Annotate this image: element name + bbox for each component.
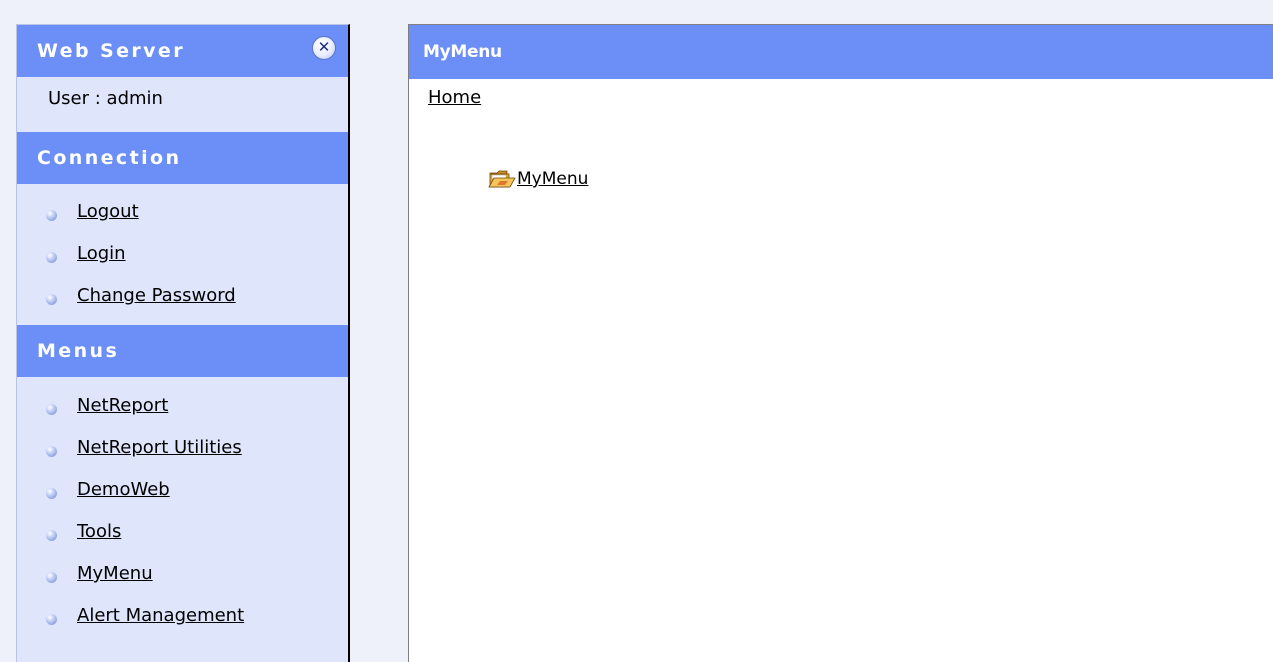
folder-item-mymenu[interactable]: MyMenu <box>488 169 588 189</box>
sidebar-title-bar: Web Server ✕ <box>17 25 348 77</box>
bullet-icon <box>46 210 57 221</box>
user-label: User : admin <box>48 88 163 109</box>
login-link[interactable]: Login <box>77 243 126 264</box>
sidebar-item-logout: Logout <box>17 198 236 240</box>
bullet-icon <box>46 294 57 305</box>
page: Web Server ✕ User : admin Connection Log… <box>0 0 1273 662</box>
section-header-connection: Connection <box>17 132 348 184</box>
main-title-bar: MyMenu <box>409 25 1273 79</box>
change-password-link[interactable]: Change Password <box>77 285 236 306</box>
menus-list: NetReport NetReport Utilities DemoWeb To… <box>17 392 244 644</box>
folder-label: MyMenu <box>517 169 589 189</box>
alert-management-link[interactable]: Alert Management <box>77 605 244 626</box>
logout-link[interactable]: Logout <box>77 201 139 222</box>
bullet-icon <box>46 488 57 499</box>
sidebar-item-tools: Tools <box>17 518 244 560</box>
tools-link[interactable]: Tools <box>77 521 121 542</box>
sidebar-item-alert-management: Alert Management <box>17 602 244 644</box>
section-header-menus: Menus <box>17 325 348 377</box>
mymenu-link[interactable]: MyMenu <box>77 563 153 584</box>
connection-list: Logout Login Change Password <box>17 198 236 324</box>
sidebar-item-netreport-utilities: NetReport Utilities <box>17 434 244 476</box>
sidebar: Web Server ✕ User : admin Connection Log… <box>16 24 350 662</box>
main-panel: MyMenu Home MyMenu <box>408 24 1273 662</box>
bullet-icon <box>46 572 57 583</box>
sidebar-item-change-password: Change Password <box>17 282 236 324</box>
section-title-menus: Menus <box>37 340 120 362</box>
bullet-icon <box>46 446 57 457</box>
main-title: MyMenu <box>423 42 502 62</box>
sidebar-item-mymenu: MyMenu <box>17 560 244 602</box>
sidebar-item-login: Login <box>17 240 236 282</box>
bullet-icon <box>46 404 57 415</box>
sidebar-title: Web Server <box>37 40 185 62</box>
section-title-connection: Connection <box>37 147 182 169</box>
netreport-link[interactable]: NetReport <box>77 395 168 416</box>
folder-open-icon <box>488 170 516 188</box>
demoweb-link[interactable]: DemoWeb <box>77 479 170 500</box>
bullet-icon <box>46 252 57 263</box>
bullet-icon <box>46 530 57 541</box>
sidebar-item-demoweb: DemoWeb <box>17 476 244 518</box>
close-icon[interactable]: ✕ <box>312 36 336 60</box>
sidebar-item-netreport: NetReport <box>17 392 244 434</box>
breadcrumb-home-link[interactable]: Home <box>428 87 481 108</box>
bullet-icon <box>46 614 57 625</box>
netreport-utilities-link[interactable]: NetReport Utilities <box>77 437 242 458</box>
